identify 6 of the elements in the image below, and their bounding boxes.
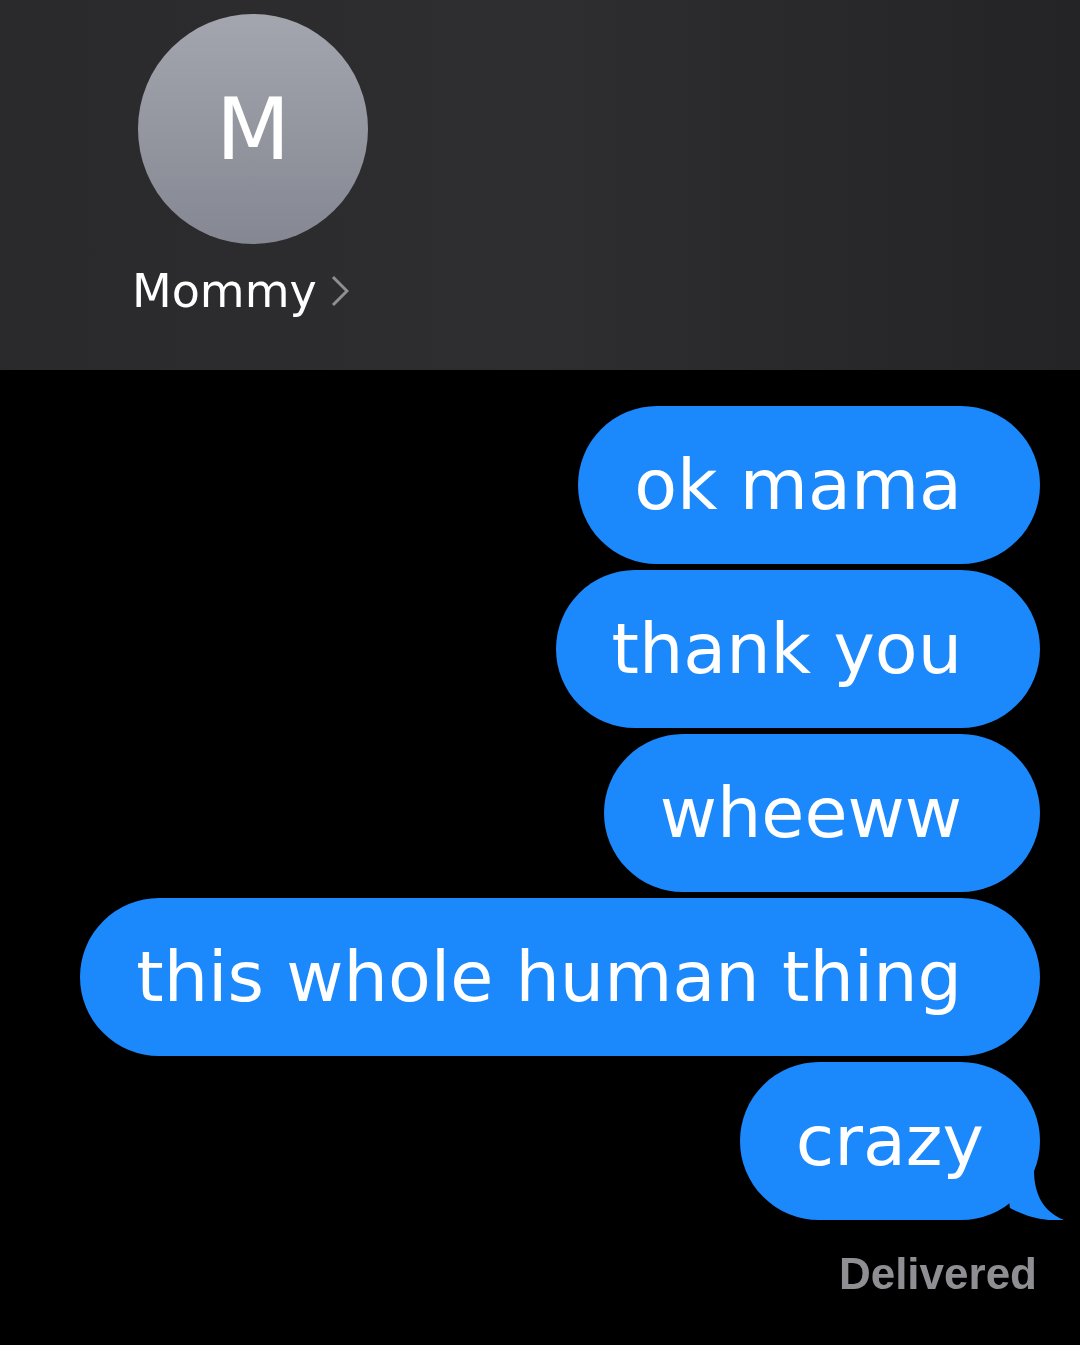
message-bubble: wheeww	[603, 734, 1040, 892]
message-bubble: ok mama	[578, 406, 1040, 564]
delivery-status: Delivered	[838, 1252, 1037, 1296]
message-bubble: this whole human thing	[80, 898, 1040, 1056]
message-bubble: thank you	[555, 570, 1040, 728]
chevron-icon[interactable]	[330, 275, 349, 307]
